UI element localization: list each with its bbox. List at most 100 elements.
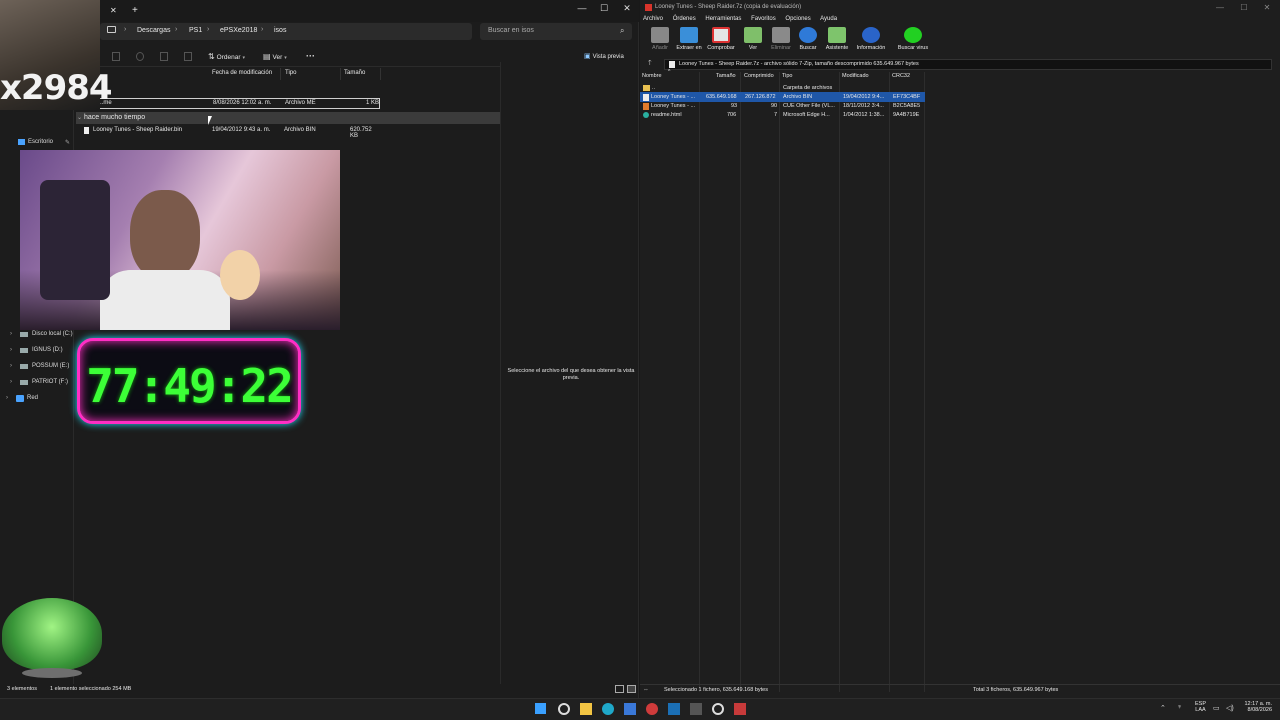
volume-icon[interactable]: ◁) bbox=[1226, 704, 1234, 712]
edge-file-icon bbox=[643, 112, 649, 118]
extract-button[interactable]: Extraer en bbox=[674, 27, 704, 51]
column-name[interactable]: Nombre bbox=[642, 73, 662, 79]
test-button[interactable]: Comprobar bbox=[706, 27, 736, 51]
menu-ayuda[interactable]: Ayuda bbox=[820, 16, 837, 22]
copy-icon[interactable] bbox=[136, 52, 144, 61]
chevron-right-icon: › bbox=[261, 26, 264, 33]
maximize-button[interactable]: ☐ bbox=[594, 3, 614, 14]
test-label: Comprobar bbox=[707, 45, 735, 51]
sidebar-item-network[interactable]: Red bbox=[27, 395, 38, 401]
minimize-button[interactable]: — bbox=[572, 3, 592, 13]
path-text: Looney Tunes - Sheep Raider.7z - archivo… bbox=[679, 61, 919, 67]
file-row[interactable]: ex...me 8/08/2026 12:02 a. m. Archivo ME… bbox=[80, 98, 380, 109]
sort-button[interactable]: ⇅ Ordenar ▾ bbox=[208, 52, 245, 61]
path-bar[interactable]: Looney Tunes - Sheep Raider.7z - archivo… bbox=[664, 59, 1272, 70]
group-header[interactable]: ⌄ hace mucho tiempo bbox=[76, 112, 500, 124]
delete-button[interactable]: Eliminar bbox=[766, 27, 796, 51]
tab-close-button[interactable]: ✕ bbox=[110, 6, 117, 15]
app-icon-red[interactable] bbox=[646, 703, 658, 715]
view-button[interactable]: Ver bbox=[738, 27, 768, 51]
sidebar-item-drive-f[interactable]: PATRIOT (F:) bbox=[32, 379, 68, 385]
delete-icon bbox=[772, 27, 790, 43]
clock[interactable]: 12:17 a. m. 8/08/2026 bbox=[1240, 701, 1272, 713]
item-packed: 7 bbox=[774, 112, 778, 118]
menu-bar: Archivo Órdenes Herramientas Favoritos O… bbox=[643, 16, 837, 22]
search-icon[interactable] bbox=[558, 703, 570, 715]
start-windows-icon[interactable] bbox=[535, 703, 546, 714]
breadcrumb-ps1[interactable]: PS1 bbox=[189, 27, 202, 34]
language-indicator[interactable]: ESP LAA bbox=[1195, 701, 1206, 713]
search-box[interactable]: Buscar en isos ⌕ bbox=[480, 23, 632, 40]
add-icon bbox=[651, 27, 669, 43]
menu-herramientas[interactable]: Herramientas bbox=[705, 16, 741, 22]
new-tab-button[interactable]: + bbox=[132, 5, 138, 16]
divider bbox=[740, 72, 741, 692]
close-button[interactable]: ✕ bbox=[1257, 3, 1277, 12]
breadcrumb-isos[interactable]: isos bbox=[274, 27, 286, 34]
search-input[interactable]: Buscar en isos bbox=[488, 27, 534, 34]
file-size: 1 KB bbox=[366, 100, 380, 106]
breadcrumb-epsxe2018[interactable]: ePSXe2018 bbox=[220, 27, 257, 34]
column-packed[interactable]: Comprimido bbox=[744, 73, 774, 79]
menu-archivo[interactable]: Archivo bbox=[643, 16, 663, 22]
list-header: Nombre ^ Tamaño Comprimido Tipo Modifica… bbox=[640, 69, 1280, 82]
drive-icon bbox=[20, 332, 28, 337]
new-item-icon[interactable] bbox=[112, 52, 120, 61]
chevron-up-icon[interactable]: ⌃ bbox=[1160, 704, 1166, 712]
maximize-button[interactable]: ☐ bbox=[1234, 3, 1254, 12]
minimize-button[interactable]: — bbox=[1210, 3, 1230, 12]
menu-favoritos[interactable]: Favoritos bbox=[751, 16, 776, 22]
tiles-view-icon[interactable] bbox=[627, 685, 636, 693]
file-row[interactable]: Looney Tunes - Sheep Raider.bin 19/04/20… bbox=[80, 126, 380, 139]
column-modified[interactable]: Modificado bbox=[842, 73, 869, 79]
delete-icon[interactable] bbox=[184, 52, 192, 61]
microphone-icon[interactable]: ♆ bbox=[1177, 704, 1182, 711]
sidebar-item-drive-d[interactable]: IGNUS (D:) bbox=[32, 347, 63, 353]
list-item[interactable]: readme.html 706 7 Microsoft Edge H... 1/… bbox=[640, 110, 925, 120]
up-folder-icon[interactable]: 🡑 bbox=[648, 59, 652, 70]
app-icon-circle[interactable] bbox=[712, 703, 724, 715]
column-size[interactable]: Tamaño bbox=[344, 70, 365, 76]
file-explorer-icon[interactable] bbox=[580, 703, 592, 715]
breadcrumb-descargas[interactable]: Descargas bbox=[137, 27, 170, 34]
search-icon bbox=[799, 27, 817, 43]
column-crc[interactable]: CRC32 bbox=[892, 73, 910, 79]
pc-icon bbox=[107, 26, 116, 33]
item-modified: 1/04/2012 1:38... bbox=[843, 112, 885, 118]
sidebar-item-drive-e[interactable]: POSSUM (E:) bbox=[32, 363, 69, 369]
steam-icon[interactable] bbox=[668, 703, 680, 715]
address-bar[interactable]: › Descargas › PS1 › ePSXe2018 › isos bbox=[100, 23, 472, 40]
edge-browser-icon[interactable] bbox=[602, 703, 614, 715]
file-date: 19/04/2012 9:43 a. m. bbox=[212, 127, 271, 133]
column-type[interactable]: Tipo bbox=[285, 70, 296, 76]
sidebar-item-desktop[interactable]: Escritorio bbox=[28, 139, 53, 145]
add-button[interactable]: Añadir bbox=[645, 27, 675, 51]
info-button[interactable]: Información bbox=[854, 27, 888, 51]
menu-opciones[interactable]: Opciones bbox=[785, 16, 810, 22]
paste-icon[interactable] bbox=[160, 52, 168, 61]
virus-scan-button[interactable]: Buscar virus bbox=[895, 27, 931, 51]
wizard-button[interactable]: Asistente bbox=[822, 27, 852, 51]
network-icon[interactable]: ▭ bbox=[1213, 704, 1220, 712]
column-date[interactable]: Fecha de modificación bbox=[212, 70, 272, 76]
preview-pane-button[interactable]: ▣ Vista previa bbox=[584, 52, 624, 60]
chevron-right-icon: › bbox=[6, 395, 8, 401]
details-view-icon[interactable] bbox=[615, 685, 624, 693]
view-button[interactable]: ▤ Ver ▾ bbox=[263, 52, 287, 61]
find-button[interactable]: Buscar bbox=[793, 27, 823, 51]
store-icon[interactable] bbox=[624, 703, 636, 715]
column-size[interactable]: Tamaño bbox=[716, 73, 736, 79]
7zip-taskbar-icon[interactable] bbox=[734, 703, 746, 715]
sidebar-item-drive-c[interactable]: Disco local (C:) bbox=[32, 331, 73, 337]
webcam-feed bbox=[20, 150, 340, 330]
file-type: Archivo ME bbox=[285, 100, 316, 106]
cue-file-icon bbox=[643, 103, 649, 110]
file-size: 620.752 KB bbox=[350, 127, 372, 139]
network-icon bbox=[16, 395, 24, 402]
more-options-button[interactable]: ··· bbox=[306, 51, 315, 61]
terminal-icon[interactable] bbox=[690, 703, 702, 715]
close-button[interactable]: ✕ bbox=[617, 3, 637, 14]
menu-ordenes[interactable]: Órdenes bbox=[673, 16, 696, 22]
column-type[interactable]: Tipo bbox=[782, 73, 793, 79]
chevron-right-icon: › bbox=[10, 331, 12, 337]
